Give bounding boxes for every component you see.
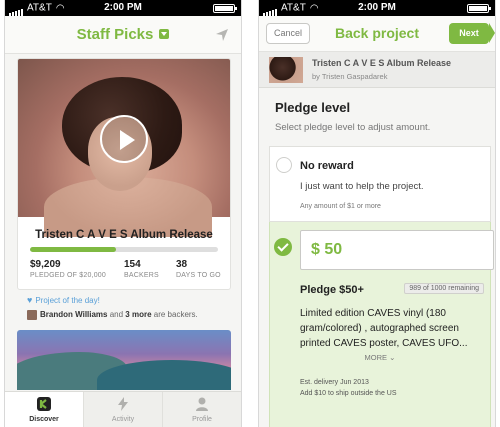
funding-progress-fill: [30, 247, 117, 252]
pledge-level-heading: Pledge level: [275, 100, 351, 115]
no-reward-note: Any amount of $1 or more: [300, 203, 381, 210]
tab-label: Discover: [29, 416, 59, 423]
tab-label: Activity: [111, 416, 135, 423]
more-label: MORE: [364, 353, 388, 362]
tab-profile[interactable]: Profile: [163, 392, 241, 427]
heart-icon: ♥: [27, 295, 33, 305]
chevron-down-icon: [159, 29, 170, 40]
battery-icon: [213, 4, 237, 13]
reward-description: Limited edition CAVES vinyl (180 gram/co…: [300, 308, 468, 349]
reward-title: Pledge $50+: [300, 284, 364, 296]
back-project-screen: AT&T ◠ 2:00 PM Cancel Back project Next T…: [258, 0, 496, 427]
shipping-note: Add $10 to ship outside the US: [300, 390, 397, 397]
stat-label: PLEDGED OF $20,000: [30, 272, 106, 279]
project-title: Tristen C A V E S Album Release: [312, 58, 452, 68]
project-of-day: ♥ Project of the day!: [27, 295, 100, 305]
tab-activity[interactable]: Activity: [84, 392, 163, 427]
chevron-down-icon: ⌄: [389, 353, 396, 362]
status-time: 2:00 PM: [104, 2, 142, 13]
project-video-thumbnail[interactable]: [18, 59, 230, 237]
pledge-level-subheading: Select pledge level to adjust amount.: [275, 122, 431, 133]
stat-value: 154: [124, 259, 141, 270]
no-reward-description: I just want to help the project.: [300, 181, 424, 192]
backer-and: and: [107, 310, 126, 320]
funding-progress-bar: [30, 247, 218, 252]
project-of-day-label: Project of the day!: [35, 296, 100, 305]
backer-name: Brandon Williams: [40, 310, 108, 320]
stat-value: $9,209: [30, 259, 61, 270]
status-time: 2:00 PM: [358, 2, 396, 13]
person-icon: [196, 397, 208, 411]
nav-bar: Cancel Back project Next: [259, 16, 495, 52]
nav-bar: Staff Picks: [5, 16, 241, 54]
status-bar: AT&T ◠ 2:00 PM: [259, 0, 495, 16]
play-button-icon[interactable]: [100, 115, 148, 163]
stat-pledged: $9,209 PLEDGED OF $20,000: [30, 259, 106, 279]
next-project-card[interactable]: [17, 330, 231, 390]
battery-icon: [467, 4, 491, 13]
no-reward-option[interactable]: No reward I just want to help the projec…: [269, 146, 491, 222]
project-creator: by Tristen Gaspadarek: [312, 72, 388, 81]
discover-screen: AT&T ◠ 2:00 PM Staff Picks Tristen C A V …: [4, 0, 242, 427]
pledge-amount-input[interactable]: $ 50: [300, 230, 494, 270]
project-title: Tristen C A V E S Album Release: [35, 229, 213, 241]
remaining-badge: 989 of 1000 remaining: [404, 283, 484, 294]
status-bar: AT&T ◠ 2:00 PM: [5, 0, 241, 16]
stat-backers: 154 BACKERS: [124, 259, 159, 279]
app-comparison: AT&T ◠ 2:00 PM Staff Picks Tristen C A V …: [0, 0, 500, 427]
tab-label: Profile: [192, 416, 212, 423]
location-arrow-icon[interactable]: [215, 28, 229, 42]
estimated-delivery: Est. delivery Jun 2013: [300, 379, 369, 386]
pledge-50-option[interactable]: $ 50 Pledge $50+ 989 of 1000 remaining L…: [269, 222, 494, 427]
tab-discover[interactable]: Discover: [5, 392, 84, 427]
kickstarter-k-icon: [37, 397, 51, 411]
project-thumbnail: [269, 57, 303, 83]
project-card[interactable]: Tristen C A V E S Album Release $9,209 P…: [17, 58, 231, 290]
friend-backers[interactable]: Brandon Williams and 3 more are backers.: [27, 310, 198, 320]
backer-more: 3 more: [125, 310, 152, 320]
more-link[interactable]: MORE ⌄: [270, 353, 490, 362]
stat-label: DAYS TO GO: [176, 272, 221, 279]
stat-label: BACKERS: [124, 272, 159, 279]
stat-value: 38: [176, 259, 188, 270]
tab-bar: Discover Activity Profile: [5, 391, 241, 427]
stat-days: 38 DAYS TO GO: [176, 259, 221, 279]
project-summary: Tristen C A V E S Album Release by Trist…: [259, 52, 495, 88]
lightning-icon: [118, 397, 128, 411]
nav-title-label: Staff Picks: [76, 26, 154, 43]
no-reward-title: No reward: [300, 160, 354, 172]
checkmark-icon: [274, 238, 292, 256]
staff-picks-dropdown[interactable]: Staff Picks: [5, 26, 241, 43]
next-button[interactable]: Next: [449, 23, 495, 44]
backer-suffix: are backers.: [151, 310, 198, 320]
no-reward-radio[interactable]: [276, 157, 292, 173]
delivery-info: Est. delivery Jun 2013 Add $10 to ship o…: [300, 377, 397, 399]
avatar: [27, 310, 37, 320]
